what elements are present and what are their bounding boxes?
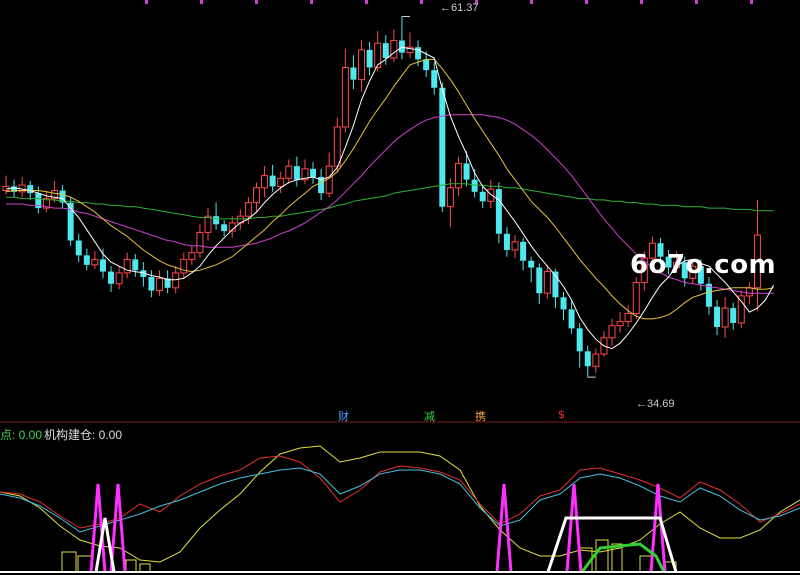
candle-body-up	[608, 325, 616, 339]
candle-body-up	[91, 258, 99, 266]
top-tick	[530, 0, 533, 4]
candle-body-down	[730, 308, 737, 323]
candle-body-up	[261, 175, 269, 189]
candle-body-down	[463, 163, 470, 180]
candle-body-down	[560, 297, 567, 310]
candle-body-up	[244, 202, 252, 217]
candle-body-down	[366, 49, 373, 68]
price-high-arrow-icon: ←	[440, 2, 451, 14]
price-high-label: ←61.37	[440, 2, 479, 14]
marker-dollar: $	[558, 408, 565, 421]
candle-body-up	[737, 295, 745, 324]
candle-body-down	[75, 240, 82, 256]
marker-cai: 财	[338, 410, 349, 423]
candle-body-down	[293, 166, 300, 180]
candle-body-up	[156, 277, 164, 292]
candle-body-down	[83, 255, 90, 265]
candle-body-down	[576, 328, 583, 352]
top-tick	[420, 0, 423, 4]
indicator-yellow-bar	[125, 559, 137, 573]
candle-body-down	[568, 309, 575, 329]
candle-body-down	[398, 40, 405, 53]
candle-body-up	[446, 187, 454, 208]
candle-body-up	[172, 272, 180, 289]
candle-body-down	[431, 70, 438, 88]
indicator-label-point: 点: 0.00	[0, 428, 43, 442]
indicator-yellow-bar	[61, 551, 77, 573]
indicator-yellow-bar	[139, 563, 151, 573]
candle-body-up	[188, 252, 196, 260]
candle-body-down	[213, 216, 220, 225]
top-tick	[695, 0, 698, 4]
candle-body-up	[487, 188, 495, 202]
candle-body-down	[132, 259, 139, 271]
indicator-magenta-spike	[495, 483, 513, 573]
candle-body-up	[204, 215, 212, 233]
candle-body-down	[415, 47, 422, 60]
candle-body-down	[148, 276, 155, 291]
candle-body-up	[252, 187, 260, 204]
candle-body-up	[115, 272, 123, 285]
indicator-label-institution: 机构建仓: 0.00	[44, 428, 123, 442]
candle-body-up	[721, 307, 729, 328]
candle-body-down	[584, 351, 591, 367]
top-tick	[640, 0, 643, 4]
top-tick	[365, 0, 368, 4]
candle-body-down	[382, 43, 389, 59]
candle-body-down	[536, 267, 543, 294]
candle-body-down	[520, 241, 527, 261]
candle-body-down	[350, 67, 357, 80]
candle-body-down	[423, 59, 430, 71]
candle-body-up	[616, 321, 624, 327]
candle-body-down	[714, 306, 721, 328]
price-low-arrow-icon: ←	[636, 398, 647, 410]
candle-body-down	[108, 271, 115, 284]
top-tick	[145, 0, 148, 4]
candle-body-up	[592, 353, 600, 367]
candle-body-up	[277, 177, 285, 187]
top-tick	[750, 0, 753, 4]
candle-body-down	[269, 175, 276, 187]
watermark: 6o7o.com	[630, 250, 777, 280]
candle-body-down	[439, 87, 446, 207]
candle-body-up	[390, 39, 398, 59]
candle-body-down	[479, 191, 486, 202]
price-low-value: 34.69	[647, 398, 675, 410]
top-tick	[310, 0, 313, 4]
candle-body-down	[310, 168, 317, 177]
marker-xie: 携	[475, 410, 486, 423]
candle-body-down	[528, 260, 535, 268]
indicator-magenta-spike	[565, 483, 583, 573]
candle-body-up	[196, 231, 204, 254]
marker-jian: 减	[424, 410, 435, 423]
candle-body-down	[221, 224, 228, 232]
candle-body-up	[285, 165, 293, 179]
price-low-label: ←34.69	[636, 398, 675, 410]
candle-body-down	[99, 259, 106, 272]
candlestick-chart[interactable]	[0, 0, 800, 575]
candle-body-up	[543, 271, 551, 294]
candle-body-down	[495, 189, 502, 234]
candle-body-up	[632, 281, 640, 314]
price-high-value: 61.37	[451, 2, 479, 14]
candle-body-up	[358, 49, 366, 81]
candle-body-down	[503, 233, 510, 250]
candle-body-down	[471, 179, 478, 192]
candle-body-up	[511, 241, 519, 251]
candle-body-down	[27, 185, 34, 194]
top-tick	[200, 0, 203, 4]
candle-body-up	[333, 126, 341, 167]
top-tick	[585, 0, 588, 4]
candle-body-up	[341, 66, 349, 128]
candle-body-up	[624, 312, 632, 323]
ma60-line	[6, 183, 774, 220]
indicator-yellow-bar	[595, 539, 609, 573]
candle-body-up	[745, 287, 753, 297]
top-tick	[255, 0, 258, 4]
